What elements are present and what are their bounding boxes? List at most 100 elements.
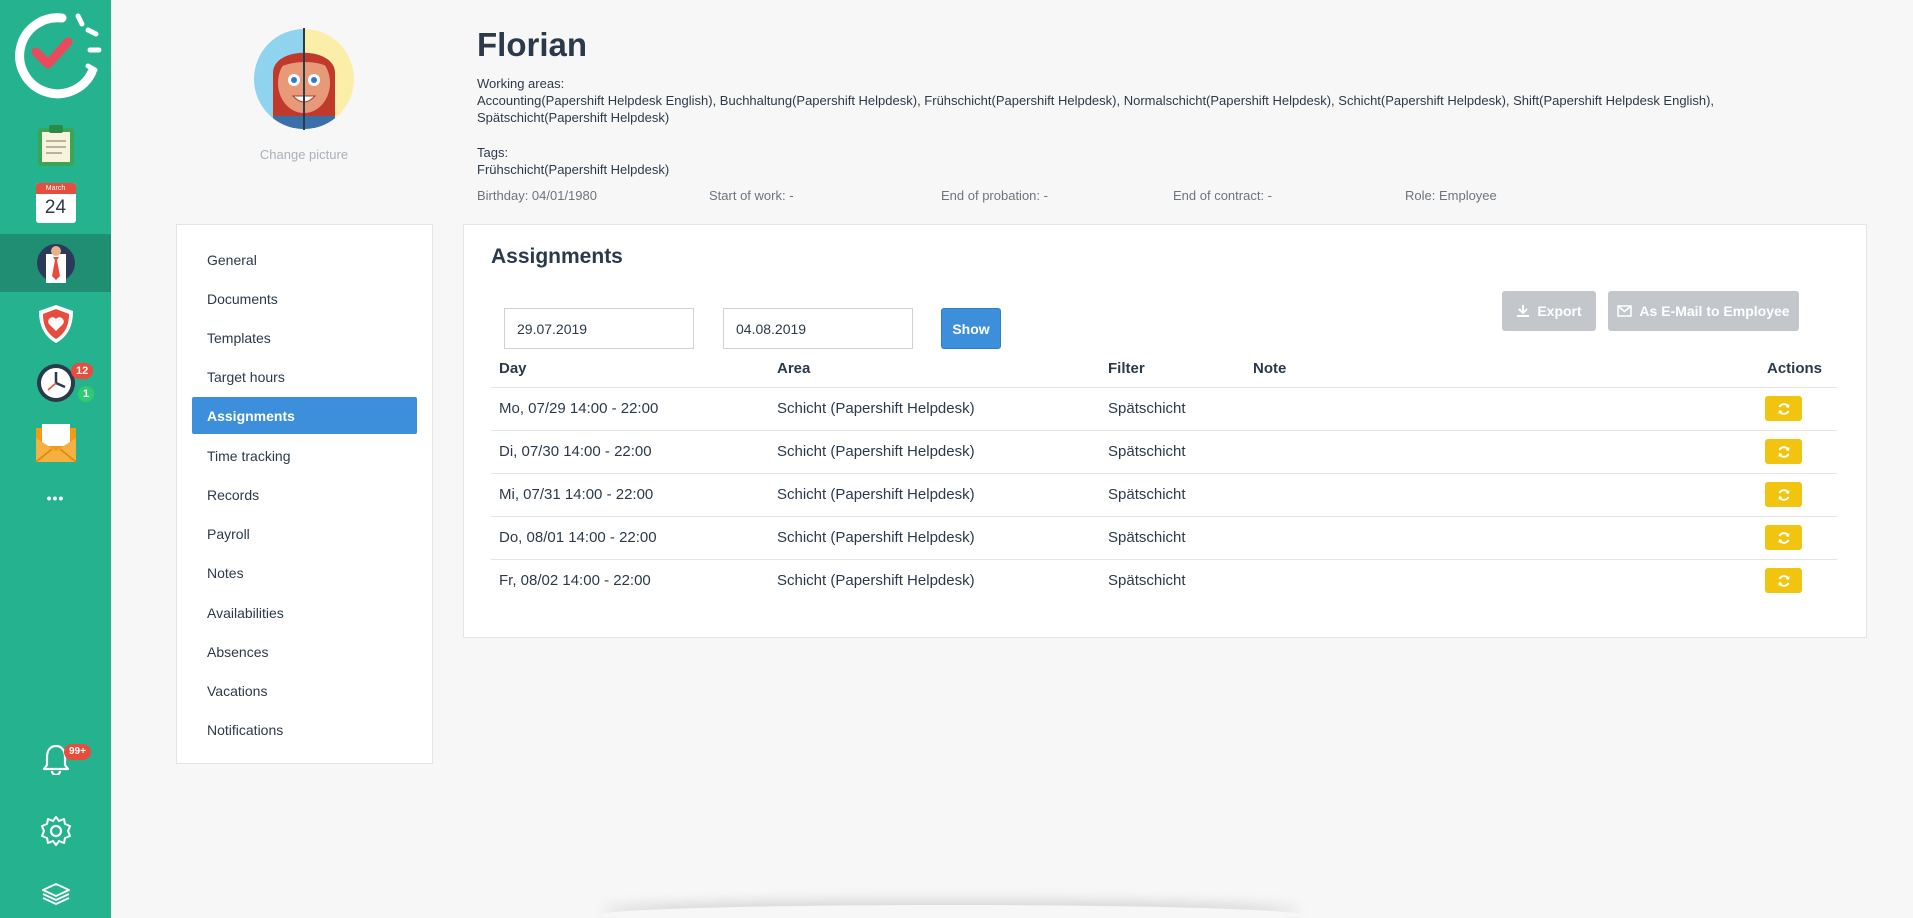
menu-item-absences[interactable]: Absences	[192, 633, 417, 670]
refresh-icon	[1778, 531, 1789, 544]
rail-item-layers[interactable]	[0, 864, 111, 918]
show-button[interactable]: Show	[941, 308, 1001, 349]
app-sidebar: March 24 12 1 ••• 99+	[0, 0, 111, 918]
end-of-probation: End of probation: -	[941, 188, 1048, 203]
cell-actions	[1446, 387, 1837, 431]
table-row: Mo, 07/29 14:00 - 22:00 Schicht (Papersh…	[491, 387, 1837, 431]
tags-value: Frühschicht(Papershift Helpdesk)	[477, 162, 670, 177]
avatar[interactable]	[253, 28, 355, 130]
assignments-title: Assignments	[491, 245, 623, 268]
tags: Tags: Frühschicht(Papershift Helpdesk)	[477, 144, 669, 178]
menu-item-payroll[interactable]: Payroll	[192, 515, 417, 552]
table-row: Fr, 08/02 14:00 - 22:00 Schicht (Papersh…	[491, 559, 1837, 602]
table-header-row: Day Area Filter Note Actions	[491, 351, 1837, 388]
clipboard-icon	[37, 125, 74, 166]
cell-area: Schicht (Papershift Helpdesk)	[777, 572, 975, 590]
rail-item-health[interactable]	[0, 295, 111, 353]
menu-item-vacations[interactable]: Vacations	[192, 672, 417, 709]
table-row: Di, 07/30 14:00 - 22:00 Schicht (Papersh…	[491, 430, 1837, 474]
refresh-icon	[1778, 445, 1789, 458]
to-date-input[interactable]	[723, 308, 913, 349]
change-picture-link[interactable]: Change picture	[176, 147, 432, 162]
download-icon	[1517, 305, 1530, 317]
rail-item-clipboard[interactable]	[0, 116, 111, 174]
rail-item-employees[interactable]	[0, 234, 111, 292]
role: Role: Employee	[1405, 188, 1497, 203]
cell-actions	[1447, 559, 1837, 602]
rail-item-settings[interactable]	[0, 802, 111, 860]
rail-item-calendar[interactable]: March 24	[0, 174, 111, 232]
clock-badge-red: 12	[71, 363, 94, 379]
cell-filter: Spätschicht	[1100, 430, 1245, 474]
swap-shift-button[interactable]	[1765, 482, 1802, 507]
cell-day: Mo, 07/29 14:00 - 22:00	[491, 387, 769, 431]
rail-item-notifications[interactable]: 99+	[0, 730, 111, 788]
rail-item-messages[interactable]	[0, 415, 111, 473]
column-header-area: Area	[769, 351, 1100, 388]
rail-item-time-tracking[interactable]: 12 1	[0, 354, 111, 412]
working-areas: Working areas: Accounting(Papershift Hel…	[477, 75, 1817, 126]
menu-item-documents[interactable]: Documents	[192, 280, 417, 317]
assignments-panel: Assignments Show Export As E-Mail to Emp…	[463, 224, 1867, 638]
employee-tie-icon	[36, 244, 75, 283]
bottom-edge-shadow	[600, 905, 1300, 918]
email-label: As E-Mail to Employee	[1639, 303, 1790, 319]
cell-note	[1245, 430, 1447, 474]
cell-day: Do, 08/01 14:00 - 22:00	[491, 516, 769, 560]
app-logo-icon[interactable]	[0, 0, 111, 110]
birthday: Birthday: 04/01/1980	[477, 188, 597, 203]
employee-menu: General Documents Templates Target hours…	[176, 224, 433, 764]
menu-item-notifications[interactable]: Notifications	[192, 711, 417, 748]
cell-note	[1245, 516, 1447, 560]
cell-area: Schicht (Papershift Helpdesk)	[769, 387, 1100, 431]
cell-filter: Spätschicht	[1108, 572, 1186, 590]
from-date-input[interactable]	[504, 308, 694, 349]
swap-shift-button[interactable]	[1765, 525, 1802, 550]
menu-item-assignments[interactable]: Assignments	[192, 397, 417, 434]
cell-filter: Spätschicht	[1100, 516, 1245, 560]
gear-icon	[40, 816, 71, 846]
more-icon: •••	[46, 490, 65, 506]
menu-item-records[interactable]: Records	[192, 476, 417, 513]
notification-badge: 99+	[64, 744, 91, 760]
refresh-icon	[1778, 574, 1789, 587]
cell-day: Di, 07/30 14:00 - 22:00	[491, 430, 769, 474]
end-of-contract: End of contract: -	[1173, 188, 1272, 203]
cell-day: Mi, 07/31 14:00 - 22:00	[491, 473, 769, 517]
swap-shift-button[interactable]	[1765, 439, 1802, 464]
cell-area: Schicht (Papershift Helpdesk)	[769, 473, 1100, 517]
working-areas-label: Working areas:	[477, 76, 565, 91]
layers-icon	[41, 883, 70, 905]
cell-filter: Spätschicht	[1100, 473, 1245, 517]
export-label: Export	[1537, 303, 1582, 319]
email-to-employee-button[interactable]: As E-Mail to Employee	[1608, 291, 1799, 331]
cell-actions	[1446, 473, 1837, 517]
cell-actions	[1446, 430, 1837, 474]
swap-shift-button[interactable]	[1765, 396, 1802, 421]
menu-item-templates[interactable]: Templates	[192, 319, 417, 356]
column-header-filter: Filter	[1100, 351, 1245, 388]
envelope-icon	[35, 424, 76, 463]
export-button[interactable]: Export	[1502, 291, 1596, 331]
menu-item-target-hours[interactable]: Target hours	[192, 358, 417, 395]
rail-item-more[interactable]: •••	[0, 469, 111, 527]
calendar-icon: March 24	[35, 183, 76, 223]
table-row: Mi, 07/31 14:00 - 22:00 Schicht (Papersh…	[491, 473, 1837, 517]
tags-label: Tags:	[477, 145, 509, 160]
employee-name: Florian	[477, 26, 588, 63]
swap-shift-button[interactable]	[1765, 568, 1802, 594]
cell-area: Schicht (Papershift Helpdesk)	[769, 516, 1100, 560]
cell-note	[1245, 473, 1447, 517]
cell-area: Schicht (Papershift Helpdesk)	[769, 430, 1100, 474]
clock-badge-green: 1	[78, 386, 95, 402]
menu-item-time-tracking[interactable]: Time tracking	[192, 437, 417, 474]
refresh-icon	[1778, 488, 1789, 501]
menu-item-availabilities[interactable]: Availabilities	[192, 594, 417, 631]
envelope-outline-icon	[1617, 305, 1633, 317]
cell-note	[1245, 559, 1447, 602]
column-header-day: Day	[491, 351, 769, 388]
cell-filter: Spätschicht	[1100, 387, 1245, 431]
assignments-table: Day Area Filter Note Actions Mo, 07/29 1…	[491, 351, 1837, 602]
menu-item-general[interactable]: General	[192, 241, 417, 278]
menu-item-notes[interactable]: Notes	[192, 554, 417, 591]
